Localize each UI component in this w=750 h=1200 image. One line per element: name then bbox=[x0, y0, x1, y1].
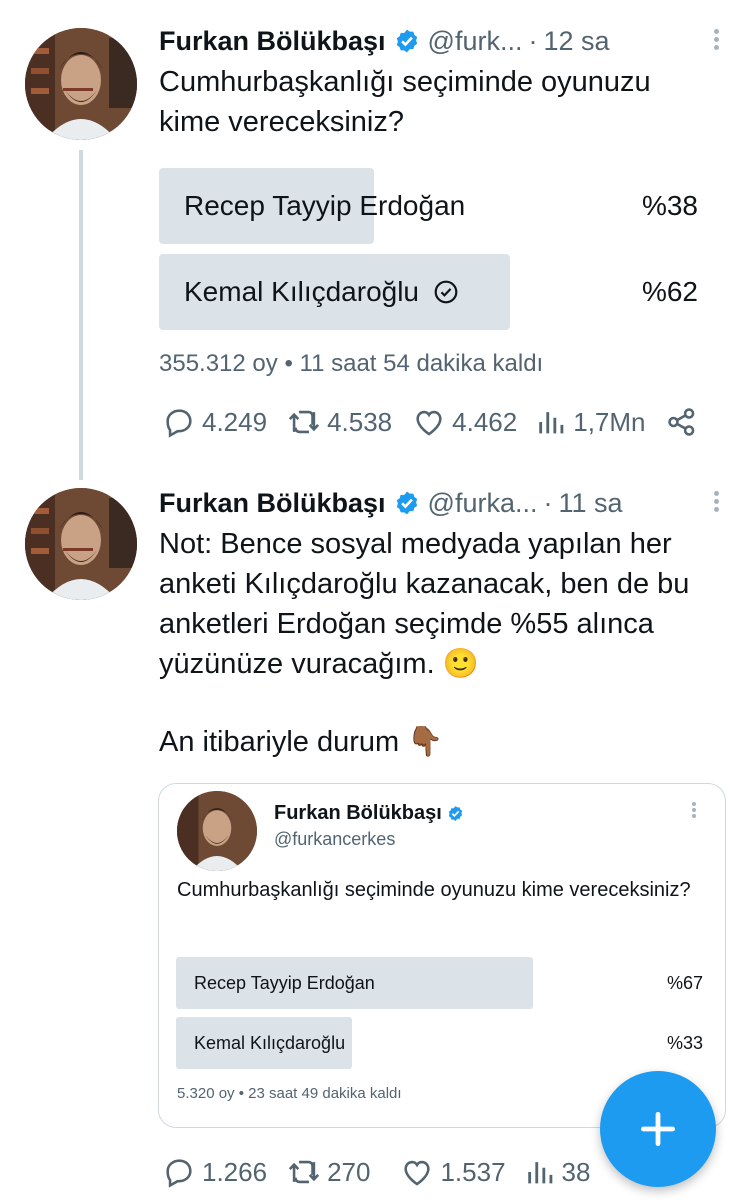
verified-badge-icon bbox=[396, 29, 417, 53]
views-icon bbox=[539, 412, 564, 434]
tweet-content: Furkan Bölükbaşı @furka... · 11 sa Not: … bbox=[159, 484, 730, 762]
poll-option: Kemal Kılıçdaroğlu %33 bbox=[176, 1017, 703, 1069]
reply-count: 4.249 bbox=[202, 406, 268, 437]
tweet-time[interactable]: 11 sa bbox=[559, 488, 623, 519]
reply-icon bbox=[166, 409, 192, 438]
poll-option: Recep Tayyip Erdoğan %38 bbox=[159, 168, 730, 244]
poll-meta: 5.320 oy • 23 saat 49 dakika kaldı bbox=[177, 1085, 402, 1102]
share-icon bbox=[667, 408, 694, 436]
separator-dot: · bbox=[543, 487, 553, 518]
like-icon bbox=[404, 1160, 431, 1186]
like-button[interactable]: 4.462 bbox=[410, 405, 517, 439]
verified-badge-icon bbox=[396, 491, 417, 515]
reply-button[interactable]: 1.266 bbox=[160, 1155, 267, 1189]
poll-option-percent: %67 bbox=[666, 973, 703, 993]
retweet-button[interactable]: 270 bbox=[285, 1155, 370, 1189]
tweet-header: Furkan Bölükbaşı @furka... · 11 sa bbox=[159, 484, 730, 522]
quoted-author-name[interactable]: Furkan Bölükbaşı bbox=[274, 802, 464, 825]
more-icon[interactable] bbox=[708, 488, 724, 518]
tweet-content: Furkan Bölükbaşı @furk... · 12 sa Cumhur… bbox=[159, 22, 730, 378]
views-button[interactable]: 1,7Mn bbox=[535, 405, 646, 439]
separator-dot: · bbox=[528, 25, 538, 56]
like-button[interactable]: 1.537 bbox=[398, 1155, 506, 1189]
author-handle[interactable]: @furka... bbox=[428, 488, 538, 519]
avatar[interactable] bbox=[177, 791, 257, 871]
tweet[interactable]: Furkan Bölükbaşı @furk... · 12 sa Cumhur… bbox=[0, 0, 750, 480]
poll-option-percent: %38 bbox=[641, 190, 698, 221]
retweet-count: 270 bbox=[327, 1156, 371, 1187]
author-name[interactable]: Furkan Bölükbaşı bbox=[159, 488, 386, 519]
reply-icon bbox=[166, 1159, 192, 1188]
poll-option: Recep Tayyip Erdoğan %67 bbox=[176, 957, 703, 1009]
reply-button[interactable]: 4.249 bbox=[160, 405, 267, 439]
quoted-tweet-text: Cumhurbaşkanlığı seçiminde oyunuzu kime … bbox=[177, 879, 691, 901]
like-count: 1.537 bbox=[440, 1156, 506, 1187]
views-icon bbox=[527, 1162, 552, 1184]
check-circle-icon bbox=[434, 280, 458, 304]
poll: Recep Tayyip Erdoğan %38 Kemal Kılıçdaro… bbox=[159, 168, 730, 330]
retweet-icon bbox=[288, 1160, 320, 1184]
like-icon bbox=[416, 410, 442, 436]
tweet-text-2: An itibariyle durum 👇🏾 bbox=[159, 726, 444, 758]
thread-line bbox=[79, 150, 83, 480]
avatar[interactable] bbox=[25, 488, 137, 600]
views-count: 1,7Mn bbox=[573, 406, 646, 437]
retweet-button[interactable]: 4.538 bbox=[285, 405, 392, 439]
poll-option-label: Recep Tayyip Erdoğan bbox=[194, 973, 375, 993]
poll-option: Kemal Kılıçdaroğlu %62 bbox=[159, 254, 730, 330]
more-icon[interactable] bbox=[708, 26, 724, 56]
avatar[interactable] bbox=[25, 28, 137, 140]
retweet-icon bbox=[288, 410, 320, 434]
tweet-header: Furkan Bölükbaşı @furk... · 12 sa bbox=[159, 22, 730, 60]
poll-option-label: Kemal Kılıçdaroğlu bbox=[194, 1033, 346, 1053]
reply-count: 1.266 bbox=[202, 1156, 268, 1187]
tweet-text: Cumhurbaşkanlığı seçiminde oyunuzu kime … bbox=[159, 66, 651, 138]
more-icon[interactable] bbox=[689, 800, 699, 822]
views-count: 38 bbox=[561, 1156, 591, 1187]
share-button[interactable] bbox=[664, 405, 704, 439]
verified-badge-icon bbox=[448, 806, 462, 821]
tweet-actions: 4.249 4.538 4.462 1,7Mn bbox=[160, 402, 722, 442]
tweet-time[interactable]: 12 sa bbox=[543, 26, 609, 57]
poll-option-percent: %62 bbox=[641, 276, 698, 307]
compose-button[interactable] bbox=[600, 1071, 716, 1187]
poll-meta: 355.312 oy • 11 saat 54 dakika kaldı bbox=[159, 350, 544, 377]
author-name[interactable]: Furkan Bölükbaşı bbox=[159, 26, 386, 57]
author-handle[interactable]: @furk... bbox=[428, 26, 523, 57]
views-button[interactable]: 38 bbox=[524, 1155, 591, 1189]
plus-icon bbox=[640, 1111, 676, 1147]
like-count: 4.462 bbox=[452, 406, 518, 437]
poll-option-percent: %33 bbox=[666, 1033, 703, 1053]
quoted-author-handle[interactable]: @furkancerkes bbox=[274, 829, 395, 850]
tweet-actions: 1.266 270 1.537 38 bbox=[160, 1152, 608, 1192]
poll-option-label: Recep Tayyip Erdoğan bbox=[184, 190, 466, 221]
tweet-text: Not: Bence sosyal medyada yapılan her an… bbox=[159, 528, 690, 680]
retweet-count: 4.538 bbox=[327, 406, 393, 437]
poll-option-label: Kemal Kılıçdaroğlu bbox=[184, 254, 459, 330]
